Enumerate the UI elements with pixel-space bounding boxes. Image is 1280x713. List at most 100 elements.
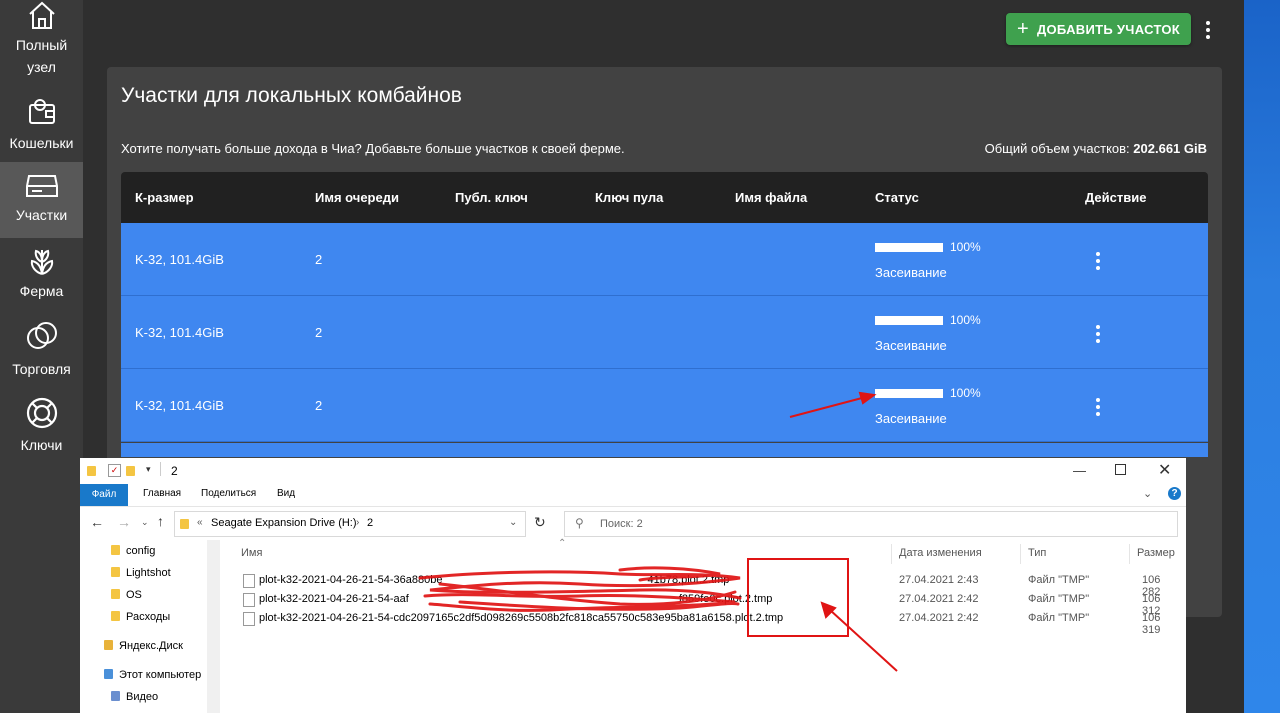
folder-icon <box>111 567 120 577</box>
card-subtitle: Хотите получать больше дохода в Чиа? Доб… <box>121 141 625 156</box>
search-box[interactable]: ⚲ Поиск: 2 <box>564 511 1178 537</box>
row-action-menu-icon[interactable] <box>1096 325 1100 346</box>
search-placeholder: Поиск: 2 <box>600 518 643 530</box>
folder-icon <box>87 466 96 476</box>
navigation-pane: config Lightshot OS Расходы Яндекс.Диск … <box>80 540 220 713</box>
sidebar-item-label: Полный узел <box>15 37 68 75</box>
breadcrumb-folder[interactable]: 2 <box>367 517 373 529</box>
tree-item-config[interactable]: config <box>111 545 155 557</box>
forward-arrow-icon[interactable]: → <box>117 514 131 530</box>
file-explorer-window: ✓ ▾ 2 — ✕ Файл Главная Поделиться Вид ⌄ … <box>80 458 1186 713</box>
wallet-icon <box>28 99 55 124</box>
column-divider <box>1020 544 1021 564</box>
tree-item-lightshot[interactable]: Lightshot <box>111 567 171 579</box>
sidebar-item-label: Торговля <box>12 361 71 377</box>
tab-share[interactable]: Поделиться <box>201 488 256 499</box>
video-folder-icon <box>111 691 120 701</box>
cloud-folder-icon <box>104 640 113 650</box>
file-row[interactable]: plot-k32-2021-04-26-21-54-36a880be 41b78.… <box>240 572 1180 598</box>
column-header-filename: Имя файла <box>735 190 808 205</box>
tree-item-label: OS <box>126 589 142 601</box>
plus-icon: + <box>1016 17 1029 40</box>
column-header-public-key: Публ. ключ <box>455 190 528 205</box>
file-date: 27.04.2021 2:43 <box>899 574 979 586</box>
progress-bar <box>875 316 943 325</box>
file-name: plot-k32-2021-04-26-21-54-cdc2097165c2df… <box>259 612 783 624</box>
row-action-menu-icon[interactable] <box>1096 398 1100 419</box>
address-dropdown-icon[interactable]: ⌄ <box>509 517 517 528</box>
help-icon[interactable]: ? <box>1168 487 1181 500</box>
new-folder-icon[interactable] <box>126 466 135 476</box>
titlebar-separator <box>160 462 161 476</box>
tab-home[interactable]: Главная <box>143 488 181 499</box>
column-header-name[interactable]: Имя <box>241 547 262 559</box>
sidebar-item-label: Ферма <box>19 283 64 299</box>
breadcrumb-drive[interactable]: Seagate Expansion Drive (H:) <box>211 517 357 529</box>
sidebar-item-full-node[interactable]: Полный узел <box>0 0 83 80</box>
properties-icon[interactable]: ✓ <box>108 464 121 477</box>
total-plot-size: Общий объем участков: 202.661 GiB <box>985 141 1207 156</box>
computer-icon <box>104 669 113 679</box>
progress-percent: 100% <box>950 386 981 400</box>
quick-access-dropdown-icon[interactable]: ▾ <box>146 464 151 475</box>
breadcrumb-separator: › <box>356 517 360 528</box>
tree-item-this-pc[interactable]: Этот компьютер <box>104 669 201 681</box>
file-icon <box>243 612 255 626</box>
column-header-date[interactable]: Дата изменения <box>899 547 982 559</box>
column-header-queue: Имя очереди <box>315 190 399 205</box>
tree-item-expenses[interactable]: Расходы <box>111 611 170 623</box>
up-arrow-icon[interactable]: ↑ <box>157 513 164 529</box>
file-type: Файл "TMP" <box>1028 593 1090 605</box>
sidebar-item-keys[interactable]: Ключи <box>0 396 83 462</box>
total-plot-size-label: Общий объем участков: <box>984 141 1130 156</box>
column-header-size[interactable]: Размер <box>1137 547 1175 559</box>
folder-icon <box>180 519 189 529</box>
table-row: K-32, 101.4GiB 2 100% Засеивание <box>121 296 1208 369</box>
file-size: 106 319 <box>1142 612 1161 636</box>
column-header-type[interactable]: Тип <box>1028 547 1046 559</box>
back-arrow-icon[interactable]: ← <box>90 514 104 530</box>
search-icon: ⚲ <box>575 516 584 530</box>
refresh-icon[interactable]: ↻ <box>534 514 546 531</box>
table-row: K-32, 101.4GiB 2 100% Засеивание <box>121 369 1208 442</box>
column-header-pool-key: Ключ пула <box>595 190 664 205</box>
file-name-end: f859fe0c.plot.2.tmp <box>678 593 773 605</box>
progress-bar <box>875 243 943 252</box>
tab-view[interactable]: Вид <box>277 488 295 499</box>
sidebar-item-trade[interactable]: Торговля <box>0 320 83 386</box>
tree-item-os[interactable]: OS <box>111 589 142 601</box>
navigation-scrollbar[interactable] <box>207 540 220 713</box>
file-date: 27.04.2021 2:42 <box>899 612 979 624</box>
explorer-titlebar: ✓ ▾ 2 — ✕ <box>80 458 1186 484</box>
sidebar-item-farm[interactable]: Ферма <box>0 244 83 310</box>
file-icon <box>243 593 255 607</box>
recent-locations-icon[interactable]: ⌄ <box>141 517 149 528</box>
address-bar[interactable]: « Seagate Expansion Drive (H:) › 2 ⌄ <box>174 511 526 537</box>
sidebar-item-label: Участки <box>15 207 68 223</box>
sidebar-item-label: Кошельки <box>9 135 74 151</box>
column-divider <box>891 544 892 564</box>
tree-item-yandex-disk[interactable]: Яндекс.Диск <box>104 640 183 652</box>
sidebar-item-wallets[interactable]: Кошельки <box>0 92 83 158</box>
total-plot-size-value: 202.661 GiB <box>1133 141 1207 156</box>
tree-item-label: Расходы <box>126 611 171 623</box>
file-name-start: plot-k32-2021-04-26-21-54-aaf <box>259 593 409 605</box>
close-button[interactable]: ✕ <box>1158 460 1171 480</box>
minimize-button[interactable]: — <box>1073 463 1086 478</box>
column-divider <box>1129 544 1130 564</box>
add-plot-button[interactable]: + ДОБАВИТЬ УЧАСТОК <box>1006 13 1191 45</box>
tab-file[interactable]: Файл <box>80 484 128 506</box>
ribbon-expand-icon[interactable]: ⌄ <box>1143 487 1152 500</box>
tree-item-label: Видео <box>126 691 159 703</box>
progress-bar <box>875 389 943 398</box>
sidebar-item-plots[interactable]: Участки <box>0 162 83 238</box>
page-title: Участки для локальных комбайнов <box>121 84 462 107</box>
tree-item-video[interactable]: Видео <box>111 691 158 703</box>
more-menu-icon[interactable] <box>1206 21 1210 42</box>
file-row[interactable]: plot-k32-2021-04-26-21-54-aaf f859fe0c.pl… <box>240 591 1180 617</box>
maximize-button[interactable] <box>1115 464 1126 475</box>
file-row[interactable]: plot-k32-2021-04-26-21-54-cdc2097165c2df… <box>240 610 1180 636</box>
row-action-menu-icon[interactable] <box>1096 252 1100 273</box>
plot-size: K-32, 101.4GiB <box>135 252 224 267</box>
file-name-start: plot-k32-2021-04-26-21-54-36a880be <box>259 574 443 586</box>
